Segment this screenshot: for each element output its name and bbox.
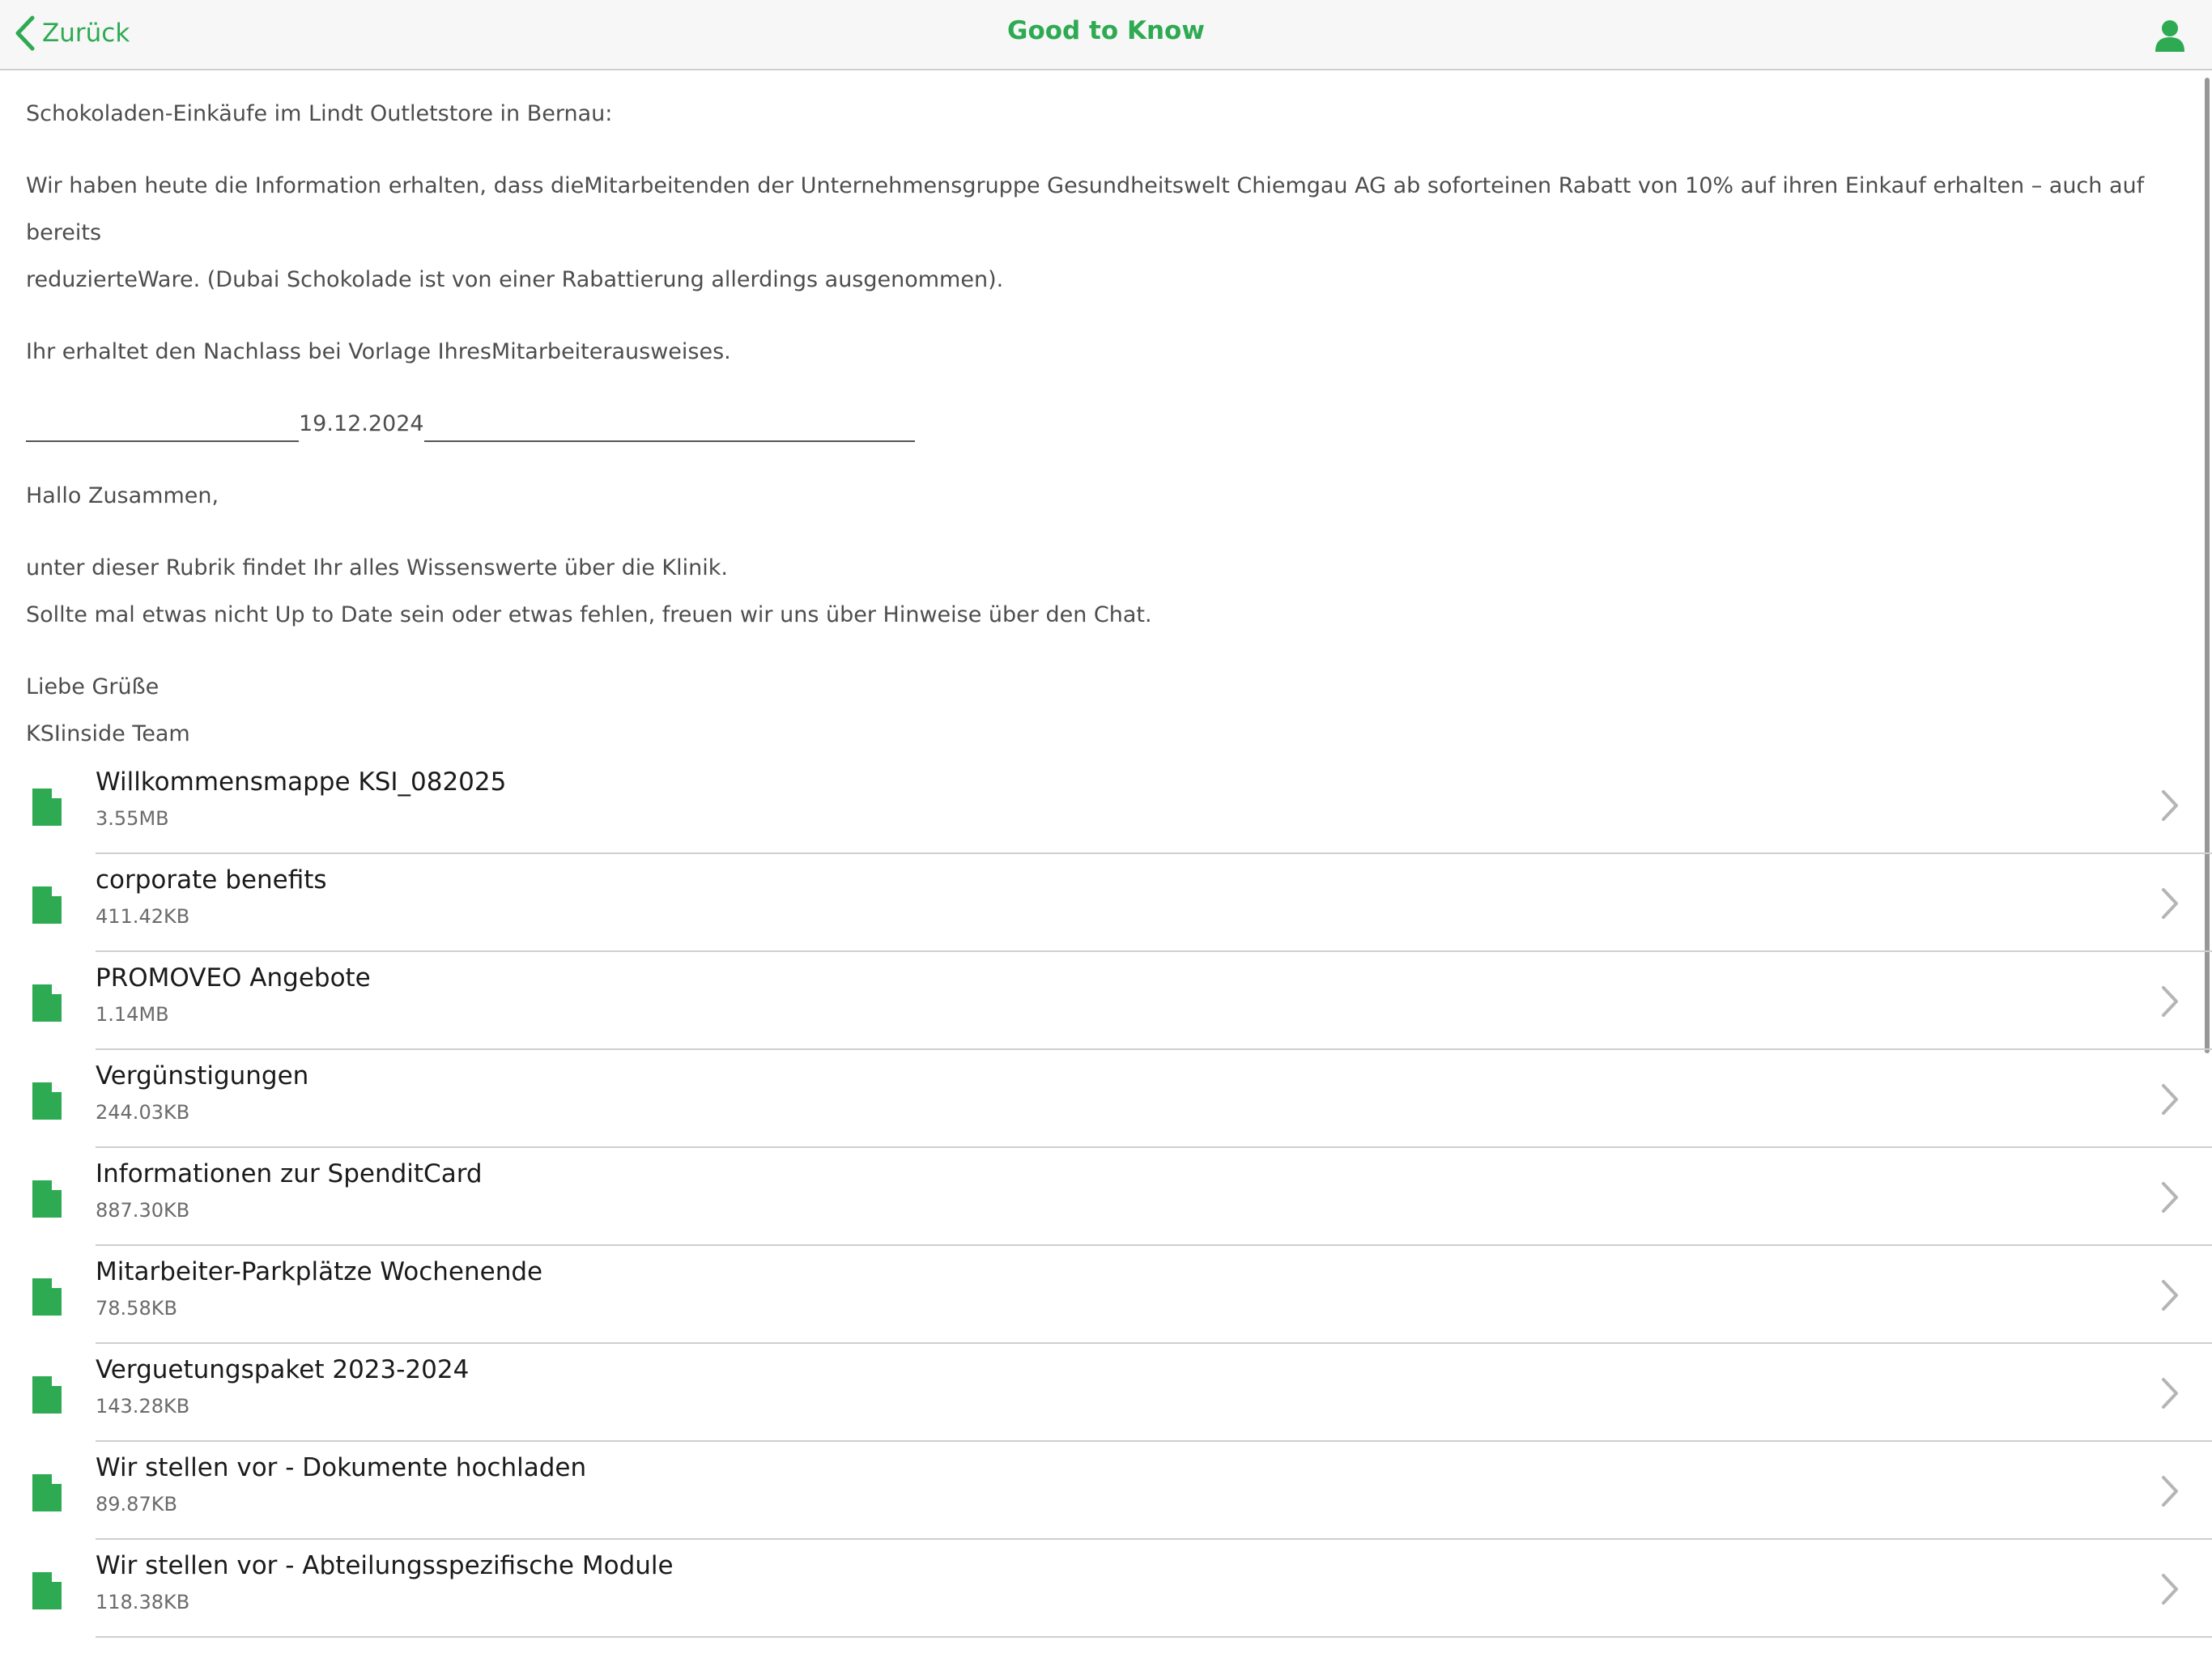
chevron-right-icon (2160, 1572, 2180, 1606)
file-title: Verguetungspaket 2023-2024 (96, 1355, 470, 1384)
paragraph-line: unter dieser Rubrik findet Ihr alles Wis… (26, 555, 728, 580)
chevron-right-icon (2160, 886, 2180, 920)
paragraph-line: Sollte mal etwas nicht Up to Date sein o… (26, 602, 1152, 627)
file-size: 78.58KB (96, 1297, 177, 1320)
file-list: Willkommensmappe KSI_082025 3.55MB corpo… (0, 756, 2212, 1638)
list-item[interactable]: Wir stellen vor - Dokumente hochladen 89… (0, 1442, 2212, 1540)
date-separator: 19.12.2024 (26, 401, 2147, 448)
chevron-right-icon (2160, 1180, 2180, 1214)
list-item[interactable]: PROMOVEO Angebote 1.14MB (0, 952, 2212, 1050)
paragraph-line: reduzierteWare. (Dubai Schokolade ist vo… (26, 267, 1004, 292)
chevron-right-icon (2160, 1082, 2180, 1116)
file-size: 89.87KB (96, 1493, 177, 1516)
file-title: Vergünstigungen (96, 1061, 309, 1090)
document-icon (32, 984, 62, 1022)
chevron-right-icon (2160, 1376, 2180, 1410)
greeting: Hallo Zusammen, (26, 483, 219, 508)
list-item[interactable]: Willkommensmappe KSI_082025 3.55MB (0, 756, 2212, 854)
document-icon (32, 1082, 62, 1120)
page-title: Good to Know (1007, 16, 1205, 45)
file-title: PROMOVEO Angebote (96, 963, 371, 993)
file-size: 118.38KB (96, 1591, 190, 1613)
navigation-bar: Zurück Good to Know (0, 0, 2212, 70)
paragraph-line: Ihr erhaltet den Nachlass bei Vorlage Ih… (26, 339, 731, 364)
file-size: 244.03KB (96, 1101, 190, 1124)
profile-button[interactable] (2152, 18, 2188, 53)
chevron-right-icon (2160, 1474, 2180, 1508)
announcement-text: Schokoladen-Einkäufe im Lindt Outletstor… (26, 70, 2147, 758)
document-icon (32, 1180, 62, 1218)
list-item[interactable]: Verguetungspaket 2023-2024 143.28KB (0, 1344, 2212, 1442)
paragraph-heading: Schokoladen-Einkäufe im Lindt Outletstor… (26, 101, 613, 126)
document-icon (32, 1572, 62, 1609)
file-size: 3.55MB (96, 807, 169, 830)
list-item[interactable]: Wir stellen vor - Abteilungsspezifische … (0, 1540, 2212, 1638)
file-size: 1.14MB (96, 1003, 169, 1026)
list-item[interactable]: Mitarbeiter-Parkplätze Wochenende 78.58K… (0, 1246, 2212, 1344)
file-size: 143.28KB (96, 1395, 190, 1418)
document-icon (32, 1474, 62, 1511)
chevron-right-icon (2160, 789, 2180, 823)
file-title: corporate benefits (96, 865, 327, 895)
person-icon (2155, 20, 2184, 52)
file-title: Willkommensmappe KSI_082025 (96, 767, 507, 797)
date-text: 19.12.2024 (299, 411, 424, 436)
list-item[interactable]: corporate benefits 411.42KB (0, 854, 2212, 952)
document-icon (32, 789, 62, 826)
file-title: Wir stellen vor - Abteilungsspezifische … (96, 1551, 674, 1580)
separator-line (26, 423, 299, 442)
divider (96, 1636, 2212, 1638)
file-title: Informationen zur SpenditCard (96, 1159, 483, 1188)
chevron-right-icon (2160, 984, 2180, 1018)
document-icon (32, 886, 62, 924)
chevron-right-icon (2160, 1278, 2180, 1312)
signature: KSIinside Team (26, 721, 190, 746)
file-title: Mitarbeiter-Parkplätze Wochenende (96, 1257, 543, 1286)
document-icon (32, 1278, 62, 1316)
file-size: 887.30KB (96, 1199, 190, 1222)
document-icon (32, 1376, 62, 1414)
closing: Liebe Grüße (26, 674, 160, 699)
list-item[interactable]: Informationen zur SpenditCard 887.30KB (0, 1148, 2212, 1246)
file-size: 411.42KB (96, 905, 190, 928)
list-item[interactable]: Vergünstigungen 244.03KB (0, 1050, 2212, 1148)
paragraph-line: Wir haben heute die Information erhalten… (26, 173, 2145, 245)
file-title: Wir stellen vor - Dokumente hochladen (96, 1453, 587, 1482)
separator-line (423, 423, 915, 442)
